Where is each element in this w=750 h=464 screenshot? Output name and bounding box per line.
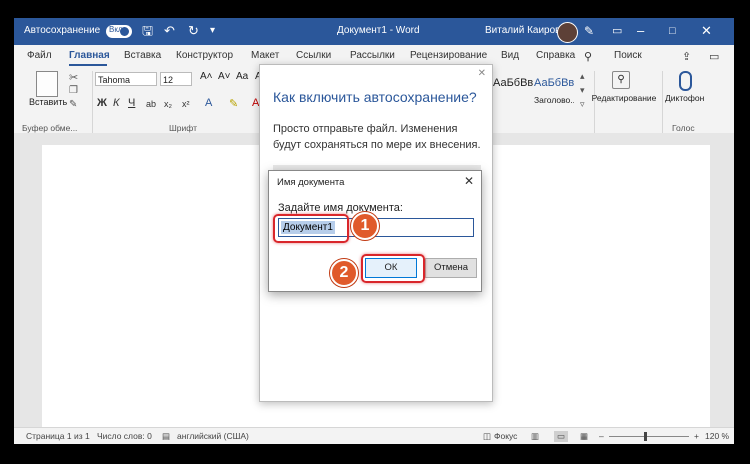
customize-toolbar-icon[interactable]: ▾: [210, 24, 215, 38]
highlight-ok: [361, 254, 425, 283]
copy-icon[interactable]: ❐: [69, 85, 78, 96]
highlight-input: [273, 214, 349, 243]
step-marker-1: 1: [351, 212, 379, 240]
shrink-font-icon[interactable]: A˅: [218, 71, 231, 82]
style-sample: АаБбВв: [534, 77, 574, 89]
tab-file[interactable]: Файл: [27, 50, 52, 61]
clipboard-group-label: Буфер обме...: [22, 123, 78, 133]
share-icon[interactable]: ⇪: [682, 50, 691, 63]
format-painter-icon[interactable]: ✎: [69, 99, 77, 110]
active-tab-underline: [69, 64, 107, 66]
styles-scroll-up-icon[interactable]: ▴: [580, 71, 585, 82]
style-sample: АаБбВвГ: [493, 77, 533, 89]
style-heading[interactable]: АаБбВв Заголово...: [534, 73, 574, 115]
maximize-icon[interactable]: □: [669, 24, 676, 38]
tab-mailings[interactable]: Рассылки: [350, 50, 395, 61]
find-icon[interactable]: ⚲: [612, 71, 630, 89]
page-count[interactable]: Страница 1 из 1: [26, 431, 90, 441]
text-effects-icon[interactable]: A: [205, 97, 212, 109]
styles-more-icon[interactable]: ▿: [580, 99, 585, 110]
title-bar: Автосохранение Вкл 🖫 ↶ ↻ ▾ Документ1 - W…: [14, 18, 734, 45]
zoom-in-icon[interactable]: +: [694, 431, 699, 441]
pen-icon[interactable]: ✎: [584, 24, 594, 38]
minimize-icon[interactable]: –: [637, 24, 644, 38]
change-case-icon[interactable]: Aa: [236, 71, 248, 82]
tab-review[interactable]: Рецензирование: [410, 50, 487, 61]
tab-insert[interactable]: Вставка: [124, 50, 161, 61]
paste-label[interactable]: Вставить: [29, 97, 67, 107]
close-icon[interactable]: ✕: [464, 174, 474, 188]
font-group-label: Шрифт: [169, 123, 197, 133]
dialog-title: Имя документа: [277, 177, 345, 188]
ribbon-display-icon[interactable]: ▭: [612, 24, 622, 38]
focus-label[interactable]: Фокус: [494, 431, 517, 441]
tab-layout[interactable]: Макет: [251, 50, 279, 61]
undo-icon[interactable]: ↶: [164, 24, 175, 38]
paste-icon[interactable]: [36, 71, 58, 97]
toggle-knob: [120, 27, 129, 36]
cancel-button[interactable]: Отмена: [425, 258, 477, 278]
close-icon[interactable]: ✕: [478, 68, 486, 79]
grow-font-icon[interactable]: A˄: [200, 71, 213, 82]
dialog-label: Задайте имя документа:: [278, 202, 403, 214]
status-bar: Страница 1 из 1 Число слов: 0 ▤ английск…: [14, 427, 734, 444]
tab-home[interactable]: Главная: [69, 50, 110, 61]
tab-help[interactable]: Справка: [536, 50, 575, 61]
italic-button[interactable]: К: [113, 97, 119, 109]
superscript-icon[interactable]: x²: [182, 99, 190, 109]
redo-icon[interactable]: ↻: [188, 24, 199, 38]
user-name[interactable]: Виталий Каиров: [485, 25, 560, 36]
strikethrough-icon[interactable]: ab: [146, 99, 156, 109]
style-name: Заголово...: [534, 95, 574, 105]
font-size-field[interactable]: 12: [160, 72, 192, 86]
step-marker-2: 2: [330, 259, 358, 287]
styles-scroll-down-icon[interactable]: ▾: [580, 85, 585, 96]
web-layout-icon[interactable]: ▦: [580, 431, 588, 442]
autosave-toggle[interactable]: Вкл: [106, 25, 132, 38]
bold-button[interactable]: Ж: [97, 97, 107, 109]
document-title: Документ1 - Word: [337, 25, 420, 36]
microphone-icon[interactable]: [679, 71, 692, 91]
voice-group-label: Голос: [672, 123, 695, 133]
zoom-slider[interactable]: [609, 436, 689, 437]
zoom-out-icon[interactable]: –: [599, 431, 604, 441]
search-label[interactable]: Поиск: [614, 50, 642, 61]
lightbulb-icon[interactable]: ⚲: [584, 50, 592, 63]
highlight-icon[interactable]: ✎: [229, 97, 238, 110]
proofing-icon[interactable]: ▤: [162, 431, 170, 442]
panel-title: Как включить автосохранение?: [273, 89, 477, 105]
word-count[interactable]: Число слов: 0: [97, 431, 152, 441]
panel-description: Просто отправьте файл. Изменения будут с…: [273, 123, 481, 151]
tab-references[interactable]: Ссылки: [296, 50, 331, 61]
close-icon[interactable]: ✕: [701, 24, 712, 38]
divider: [92, 71, 93, 133]
zoom-slider-thumb[interactable]: [644, 432, 647, 441]
dictation-label[interactable]: Диктофон: [665, 93, 704, 103]
word-window: Автосохранение Вкл 🖫 ↶ ↻ ▾ Документ1 - W…: [14, 18, 734, 444]
subscript-icon[interactable]: x₂: [164, 99, 172, 109]
tab-view[interactable]: Вид: [501, 50, 519, 61]
autosave-label: Автосохранение: [24, 25, 101, 36]
comments-icon[interactable]: ▭: [709, 50, 719, 63]
font-name-field[interactable]: Tahoma: [95, 72, 157, 86]
divider: [662, 71, 663, 133]
tab-design[interactable]: Конструктор: [176, 50, 233, 61]
focus-icon[interactable]: ◫: [483, 431, 491, 442]
style-normal[interactable]: АаБбВвГ: [493, 73, 533, 115]
cut-icon[interactable]: ✂: [69, 71, 78, 84]
language[interactable]: английский (США): [177, 431, 249, 441]
print-layout-icon[interactable]: ▭: [554, 431, 569, 442]
editing-label[interactable]: Редактирование: [589, 93, 659, 103]
read-mode-icon[interactable]: ▥: [531, 431, 539, 442]
avatar[interactable]: [557, 22, 578, 43]
underline-button[interactable]: Ч: [128, 97, 135, 109]
save-icon[interactable]: 🖫: [142, 24, 153, 38]
zoom-level[interactable]: 120 %: [705, 431, 729, 441]
